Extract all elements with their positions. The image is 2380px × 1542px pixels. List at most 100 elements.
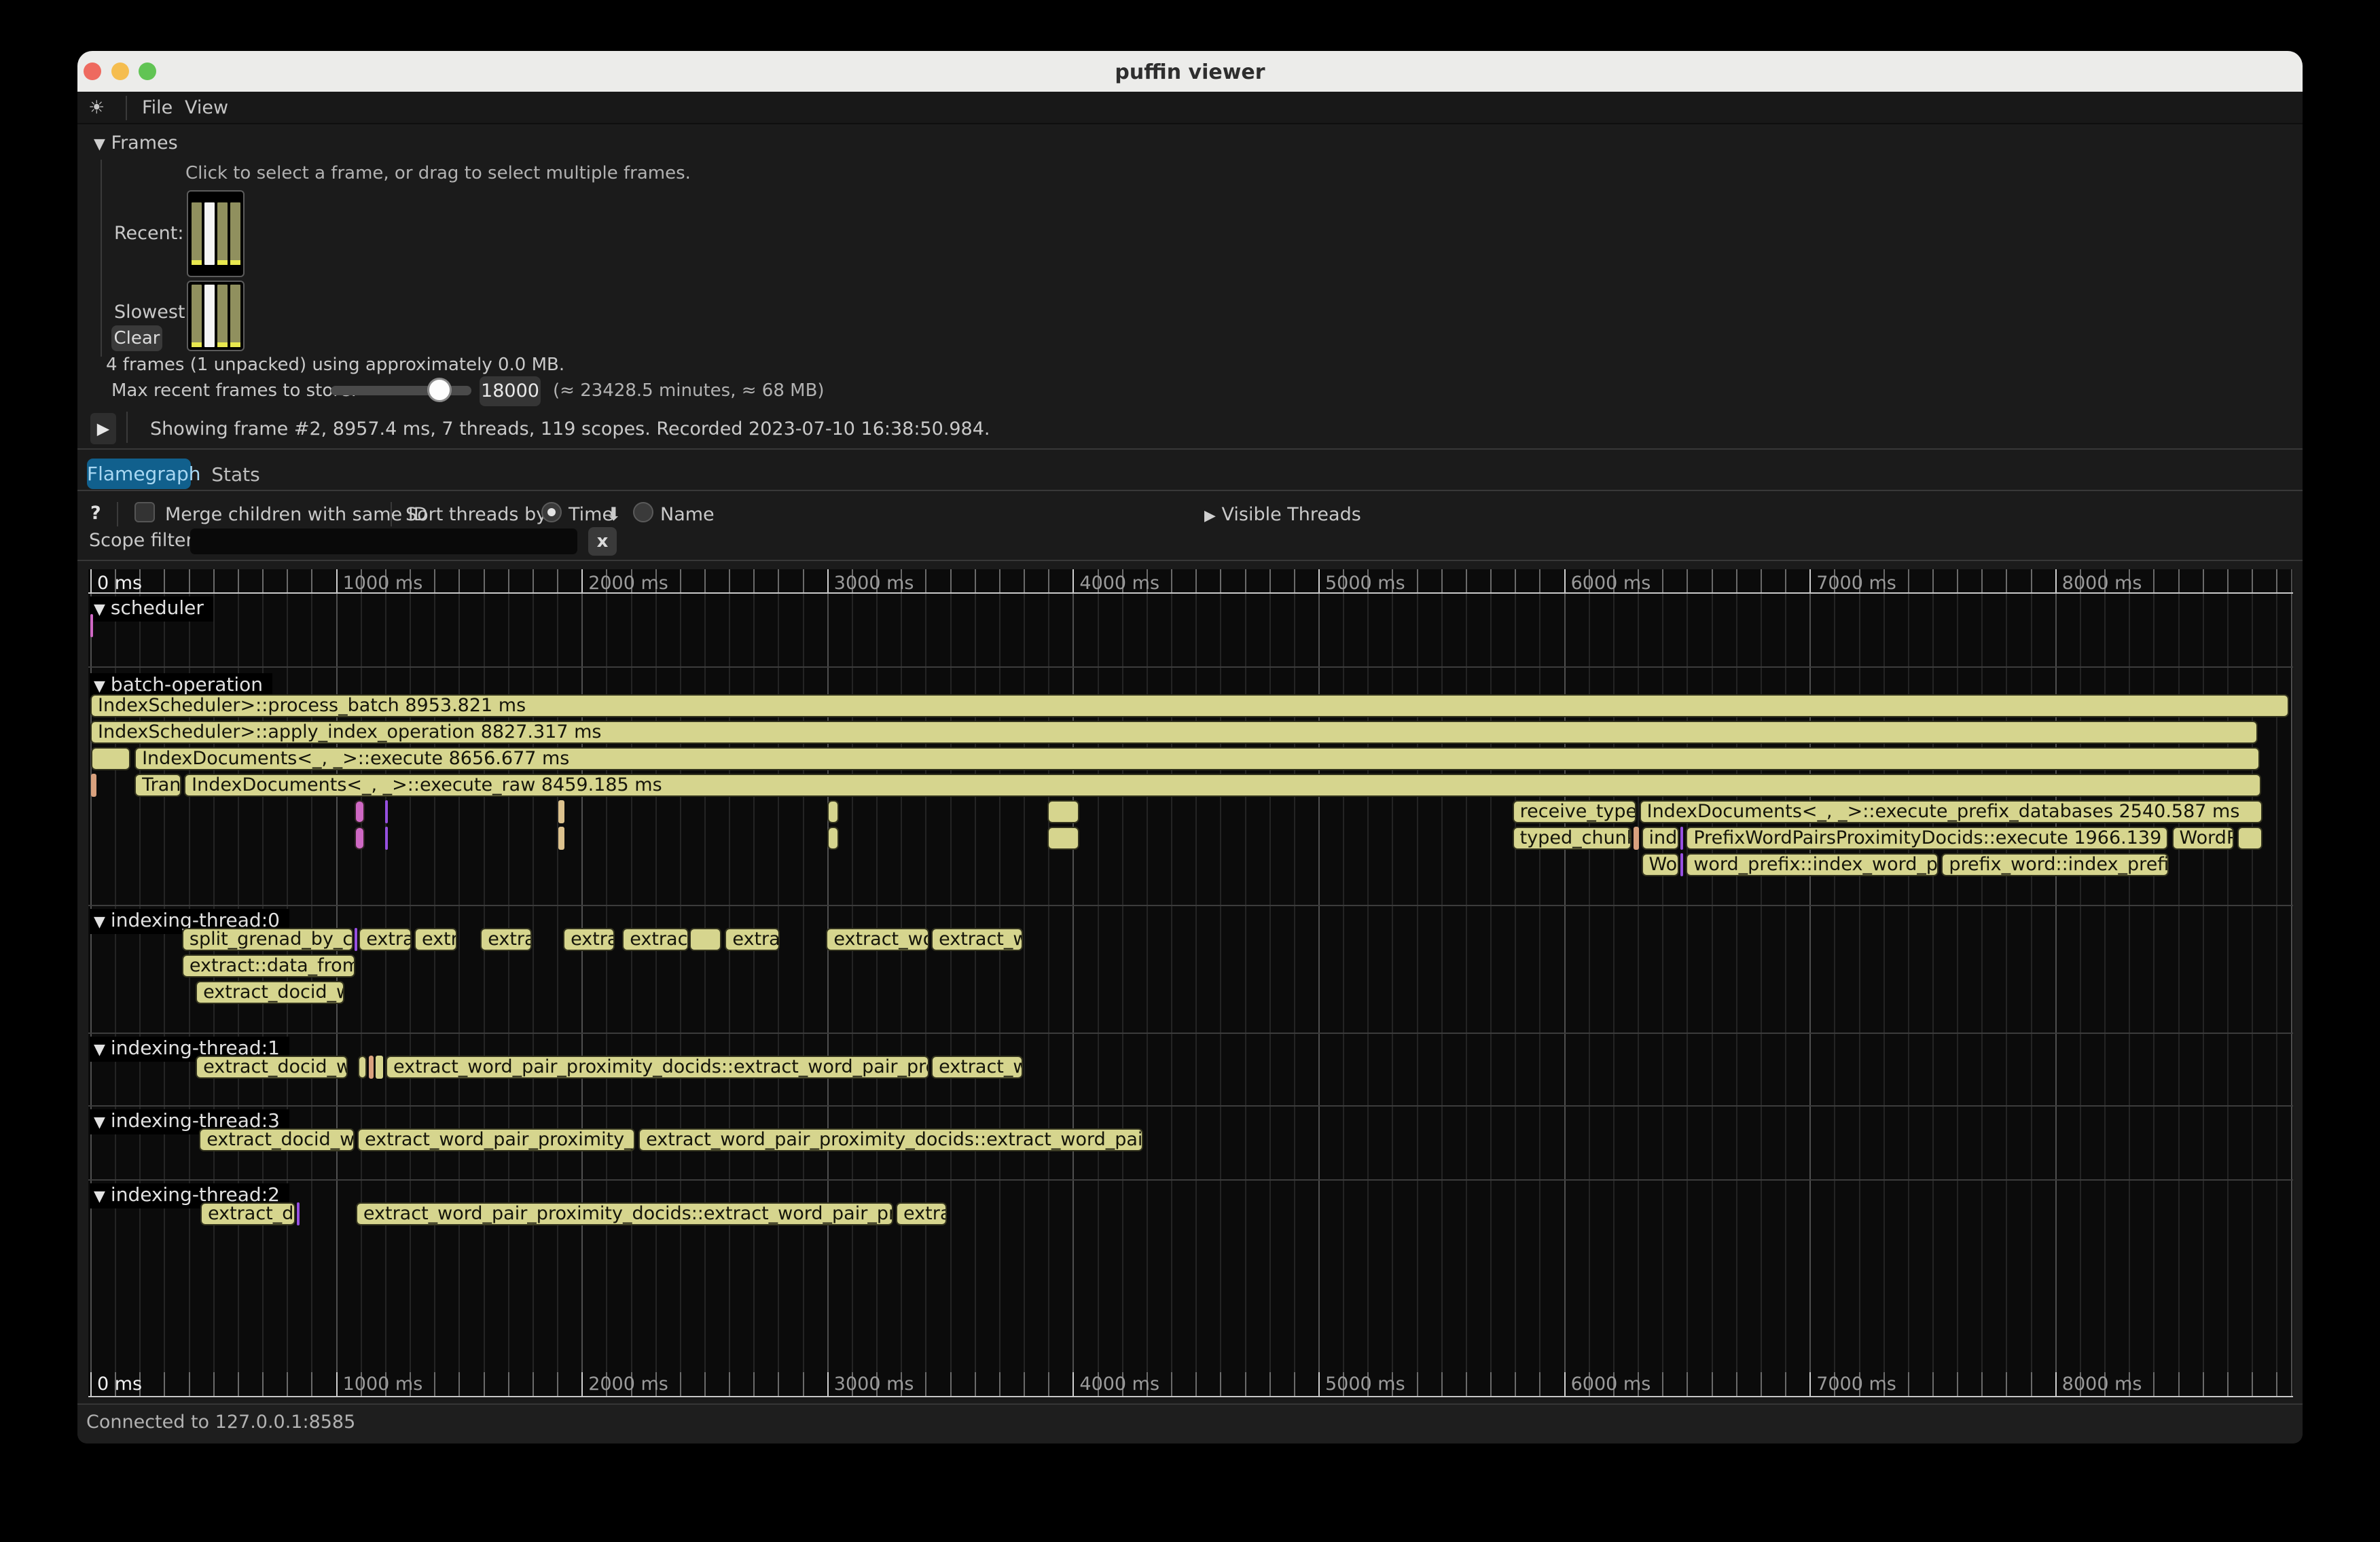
- scope-bar[interactable]: [385, 827, 388, 850]
- clear-button[interactable]: Clear: [111, 325, 162, 351]
- scope-bar[interactable]: WordPrefix: [1642, 853, 1679, 876]
- slowest-frames-thumbnail[interactable]: [187, 281, 245, 351]
- scope-bar[interactable]: WordPrefix: [2172, 827, 2235, 850]
- selected-frame-bar[interactable]: [204, 202, 215, 265]
- scope-bar[interactable]: extract_word_pair_proximity_docids::extr…: [356, 1202, 893, 1225]
- scope-bar[interactable]: extract_word_pair_proximity_docids::extr…: [386, 1056, 929, 1079]
- recent-frames-thumbnail[interactable]: [187, 190, 245, 277]
- frame-bar[interactable]: [192, 285, 202, 347]
- flamegraph-canvas[interactable]: 0 ms0 ms1000 ms1000 ms2000 ms2000 ms3000…: [88, 569, 2293, 1398]
- scope-bar[interactable]: [369, 1056, 374, 1079]
- scope-bar[interactable]: [376, 1056, 383, 1079]
- sort-time-radio[interactable]: [541, 502, 562, 522]
- axis-tick: [753, 1372, 755, 1396]
- section-separator: [88, 1179, 2293, 1181]
- play-button[interactable]: ▶: [90, 413, 116, 444]
- scope-bar[interactable]: [355, 928, 357, 951]
- scope-bar[interactable]: [90, 614, 93, 637]
- tab-flamegraph[interactable]: Flamegraph: [87, 459, 191, 489]
- scope-bar[interactable]: extract_wo: [622, 928, 689, 951]
- scope-bar[interactable]: extract_w: [563, 928, 615, 951]
- scope-bar[interactable]: prefix_word::index_prefix_word_docids: [1941, 853, 2168, 876]
- frame-tick: [192, 260, 202, 265]
- scope-bar[interactable]: [2237, 827, 2262, 850]
- scope-bar[interactable]: word_prefix::index_word_prefix_docids: [1686, 853, 1939, 876]
- scope-bar[interactable]: extract_docid_w: [200, 1202, 295, 1225]
- sort-name-radio[interactable]: [633, 502, 653, 522]
- scope-bar[interactable]: [558, 827, 564, 850]
- scope-bar[interactable]: extract_docid_word_positions: [196, 981, 344, 1004]
- axis-tick: [533, 569, 534, 592]
- scope-bar[interactable]: extract_word_pair_proximity_docids::extr…: [638, 1128, 1143, 1151]
- frame-bar[interactable]: [217, 285, 228, 347]
- scope-bar[interactable]: IndexScheduler>::apply_index_operation 8…: [90, 721, 2258, 744]
- axis-tick: [827, 1372, 829, 1396]
- scope-bar[interactable]: extract: [414, 928, 457, 951]
- scope-bar[interactable]: IndexScheduler>::process_batch 8953.821 …: [90, 694, 2289, 717]
- clear-filter-button[interactable]: x: [588, 527, 617, 556]
- scope-bar[interactable]: extract_d: [480, 928, 532, 951]
- help-button[interactable]: ?: [90, 503, 101, 524]
- axis-tick: [2178, 569, 2180, 592]
- scope-bar[interactable]: [1680, 827, 1683, 850]
- scope-bar[interactable]: extract::data_from_obkv_documents: [182, 954, 355, 978]
- scope-bar[interactable]: extract_word_d: [931, 928, 1023, 951]
- scope-bar[interactable]: [689, 928, 721, 951]
- axis-tick: [1712, 1372, 1713, 1396]
- scope-bar[interactable]: extract_f: [725, 928, 780, 951]
- scope-filter-input[interactable]: [190, 528, 577, 554]
- scope-bar[interactable]: index_word: [1642, 827, 1679, 850]
- scope-bar[interactable]: [91, 747, 130, 770]
- scope-bar[interactable]: PrefixWordPairsProximityDocids::execute …: [1686, 827, 2168, 850]
- scope-bar[interactable]: extract_word_d: [931, 1056, 1023, 1079]
- axis-tick: [434, 1372, 435, 1396]
- scope-bar[interactable]: [385, 800, 388, 823]
- scope-bar[interactable]: extract_fid: [359, 928, 412, 951]
- scope-bar[interactable]: typed_chunk::write: [1513, 827, 1631, 850]
- max-frames-value[interactable]: 18000: [480, 376, 541, 406]
- scope-bar[interactable]: [1047, 827, 1079, 850]
- scope-bar[interactable]: [297, 1202, 300, 1225]
- max-frames-label: Max recent frames to store:: [111, 380, 357, 401]
- tab-stats[interactable]: Stats: [205, 463, 266, 486]
- frames-section-header[interactable]: ▼ Frames: [94, 132, 178, 154]
- scope-bar[interactable]: extract_docid_word_positions: [196, 1056, 348, 1079]
- slider-knob[interactable]: [427, 378, 452, 402]
- scope-bar[interactable]: IndexDocuments<_, _>::execute 8656.677 m…: [134, 747, 2260, 770]
- axis-tick: [975, 569, 976, 592]
- scope-bar[interactable]: [1680, 853, 1683, 876]
- scope-bar[interactable]: [91, 774, 96, 797]
- frame-bar[interactable]: [192, 202, 202, 265]
- axis-tick: [778, 1372, 779, 1396]
- axis-tick: [533, 1372, 534, 1396]
- scope-bar[interactable]: [358, 1056, 367, 1079]
- scope-bar[interactable]: [355, 800, 365, 823]
- selected-frame-bar[interactable]: [204, 285, 215, 347]
- menu-view[interactable]: View: [185, 97, 228, 118]
- theme-toggle-icon[interactable]: ☀: [88, 97, 105, 118]
- frame-bar[interactable]: [230, 202, 240, 265]
- scope-bar[interactable]: IndexDocuments<_, _>::execute_raw 8459.1…: [184, 774, 2261, 797]
- scope-bar[interactable]: extract_docid_word_positions: [199, 1128, 355, 1151]
- scope-bar[interactable]: extract_word_pa: [826, 928, 929, 951]
- scope-bar[interactable]: Transform::new: [134, 774, 181, 797]
- scope-bar[interactable]: [827, 800, 839, 823]
- scope-bar[interactable]: IndexDocuments<_, _>::execute_prefix_dat…: [1640, 800, 2263, 823]
- scope-bar[interactable]: extract_w: [896, 1202, 947, 1225]
- scope-bar[interactable]: receive_typed_chunk: [1513, 800, 1636, 823]
- axis-tick: [90, 569, 92, 592]
- scope-bar[interactable]: split_grenad_by_chunks: [182, 928, 353, 951]
- scope-bar[interactable]: [1634, 827, 1639, 850]
- scope-bar[interactable]: extract_word_pair_proximity_docids: [357, 1128, 635, 1151]
- visible-threads-header[interactable]: ▶ Visible Threads: [1204, 504, 1361, 525]
- frame-bar[interactable]: [230, 285, 240, 347]
- scope-bar[interactable]: [1047, 800, 1079, 823]
- axis-tick: [975, 1372, 976, 1396]
- scope-bar[interactable]: [827, 827, 839, 850]
- scope-bar[interactable]: [558, 800, 564, 823]
- frame-bar[interactable]: [217, 202, 228, 265]
- menu-file[interactable]: File: [142, 97, 173, 118]
- merge-children-checkbox[interactable]: [134, 502, 155, 522]
- scope-bar[interactable]: [355, 827, 365, 850]
- thread-label[interactable]: ▼scheduler: [90, 596, 213, 622]
